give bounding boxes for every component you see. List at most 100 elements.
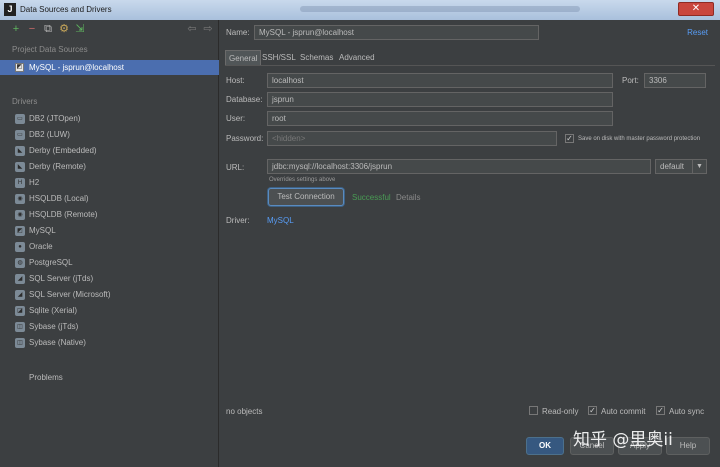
driver-item[interactable]: ◢ SQL Server (Microsoft) [0, 287, 219, 303]
problems-item[interactable]: Problems [29, 373, 63, 382]
driver-label: HSQLDB (Local) [29, 194, 89, 203]
back-arrow-icon[interactable]: ⇦ [186, 23, 198, 35]
postgresql-icon: ◍ [15, 258, 25, 268]
close-window-button[interactable]: ✕ [678, 2, 714, 16]
driver-label: HSQLDB (Remote) [29, 210, 98, 219]
data-source-item[interactable]: ◩ MySQL - jsprun@localhost [0, 60, 219, 75]
sqlite-icon: ◪ [15, 306, 25, 316]
copy-icon[interactable]: ⧉ [42, 23, 54, 35]
driver-label: H2 [29, 178, 40, 187]
data-source-label: MySQL - jsprun@localhost [29, 63, 124, 72]
host-field[interactable]: localhost [267, 73, 613, 88]
overrides-hint: Overrides settings above [269, 177, 336, 183]
derby-icon: ◣ [15, 162, 25, 172]
data-source-details: Name: MySQL - jsprun@localhost Reset Gen… [220, 20, 720, 467]
url-label: URL: [226, 163, 245, 172]
name-label: Name: [226, 28, 250, 37]
driver-item[interactable]: ▭ DB2 (JTOpen) [0, 111, 219, 127]
driver-item[interactable]: ◉ HSQLDB (Remote) [0, 207, 219, 223]
port-field[interactable]: 3306 [644, 73, 706, 88]
auto-sync-checkbox[interactable]: ✓ [656, 406, 665, 415]
driver-item[interactable]: H H2 [0, 175, 219, 191]
test-connection-button[interactable]: Test Connection [268, 188, 344, 206]
auto-commit-checkbox[interactable]: ✓ [588, 406, 597, 415]
tab-advanced[interactable]: Advanced [336, 50, 378, 65]
driver-item[interactable]: ◫ Sybase (Native) [0, 335, 219, 351]
user-field[interactable]: root [267, 111, 613, 126]
driver-label: MySQL [29, 226, 56, 235]
driver-item[interactable]: ◍ PostgreSQL [0, 255, 219, 271]
derby-icon: ◣ [15, 146, 25, 156]
port-label: Port: [622, 76, 639, 85]
driver-label: SQL Server (Microsoft) [29, 290, 111, 299]
url-field[interactable]: jdbc:mysql://localhost:3306/jsprun [267, 159, 651, 174]
chevron-down-icon: ▼ [692, 160, 706, 173]
sqlserver-icon: ◢ [15, 290, 25, 300]
driver-link[interactable]: MySQL [267, 216, 294, 225]
url-mode-dropdown[interactable]: default ▼ [655, 159, 707, 174]
project-data-sources-header: Project Data Sources [12, 45, 88, 54]
driver-label: Sybase (Native) [29, 338, 86, 347]
driver-label: Driver: [226, 216, 250, 225]
oracle-icon: ● [15, 242, 25, 252]
auto-commit-label: Auto commit [601, 407, 646, 416]
driver-item[interactable]: ◪ Sqlite (Xerial) [0, 303, 219, 319]
driver-label: Derby (Embedded) [29, 146, 97, 155]
driver-label: SQL Server (jTds) [29, 274, 94, 283]
driver-label: Oracle [29, 242, 53, 251]
driver-label: DB2 (JTOpen) [29, 114, 81, 123]
forward-arrow-icon[interactable]: ⇨ [202, 23, 214, 35]
driver-item[interactable]: ◢ SQL Server (jTds) [0, 271, 219, 287]
user-label: User: [226, 114, 246, 123]
settings-icon[interactable]: ⚙ [58, 23, 70, 35]
reset-link[interactable]: Reset [687, 28, 708, 37]
db2-icon: ▭ [15, 130, 25, 140]
driver-item[interactable]: ● Oracle [0, 239, 219, 255]
details-link[interactable]: Details [396, 193, 420, 202]
data-sources-panel: + − ⧉ ⚙ ⇲ ⇦ ⇨ Project Data Sources ◩ MyS… [0, 20, 219, 467]
driver-item[interactable]: ▭ DB2 (LUW) [0, 127, 219, 143]
h2-icon: H [15, 178, 25, 188]
driver-label: Sybase (jTds) [29, 322, 79, 331]
tab-divider [225, 65, 715, 66]
connection-status: Successful [352, 193, 391, 202]
window-title: Data Sources and Drivers [20, 5, 112, 14]
save-on-disk-label: Save on disk with master password protec… [578, 136, 701, 142]
driver-label: PostgreSQL [29, 258, 73, 267]
import-icon[interactable]: ⇲ [74, 23, 86, 35]
remove-icon[interactable]: − [26, 23, 38, 35]
blurred-title-text [300, 6, 580, 12]
read-only-checkbox[interactable] [529, 406, 538, 415]
driver-item[interactable]: ◉ HSQLDB (Local) [0, 191, 219, 207]
add-icon[interactable]: + [10, 23, 22, 35]
sqlserver-icon: ◢ [15, 274, 25, 284]
tab-ssh-ssl[interactable]: SSH/SSL [259, 50, 299, 65]
driver-item[interactable]: ◣ Derby (Remote) [0, 159, 219, 175]
driver-label: Sqlite (Xerial) [29, 306, 78, 315]
watermark: 知乎 @里奥ii [573, 430, 673, 450]
driver-label: Derby (Remote) [29, 162, 86, 171]
hsqldb-icon: ◉ [15, 194, 25, 204]
driver-item[interactable]: ◫ Sybase (jTds) [0, 319, 219, 335]
host-label: Host: [226, 76, 245, 85]
database-label: Database: [226, 95, 263, 104]
url-mode-value: default [660, 162, 685, 171]
database-field[interactable]: jsprun [267, 92, 613, 107]
driver-item[interactable]: ◩ MySQL [0, 223, 219, 239]
sybase-icon: ◫ [15, 338, 25, 348]
sybase-icon: ◫ [15, 322, 25, 332]
auto-sync-label: Auto sync [669, 407, 705, 416]
intellij-app-icon: J [4, 3, 16, 16]
name-field[interactable]: MySQL - jsprun@localhost [254, 25, 539, 40]
ok-button[interactable]: OK [526, 437, 564, 455]
driver-label: DB2 (LUW) [29, 130, 70, 139]
tab-general[interactable]: General [225, 50, 262, 65]
password-field[interactable]: <hidden> [267, 131, 557, 146]
db2-icon: ▭ [15, 114, 25, 124]
save-on-disk-checkbox[interactable]: ✓ [565, 134, 574, 143]
title-bar: J Data Sources and Drivers ✕ [0, 0, 720, 20]
driver-item[interactable]: ◣ Derby (Embedded) [0, 143, 219, 159]
hsqldb-icon: ◉ [15, 210, 25, 220]
read-only-label: Read-only [542, 407, 579, 416]
tab-schemas[interactable]: Schemas [297, 50, 336, 65]
